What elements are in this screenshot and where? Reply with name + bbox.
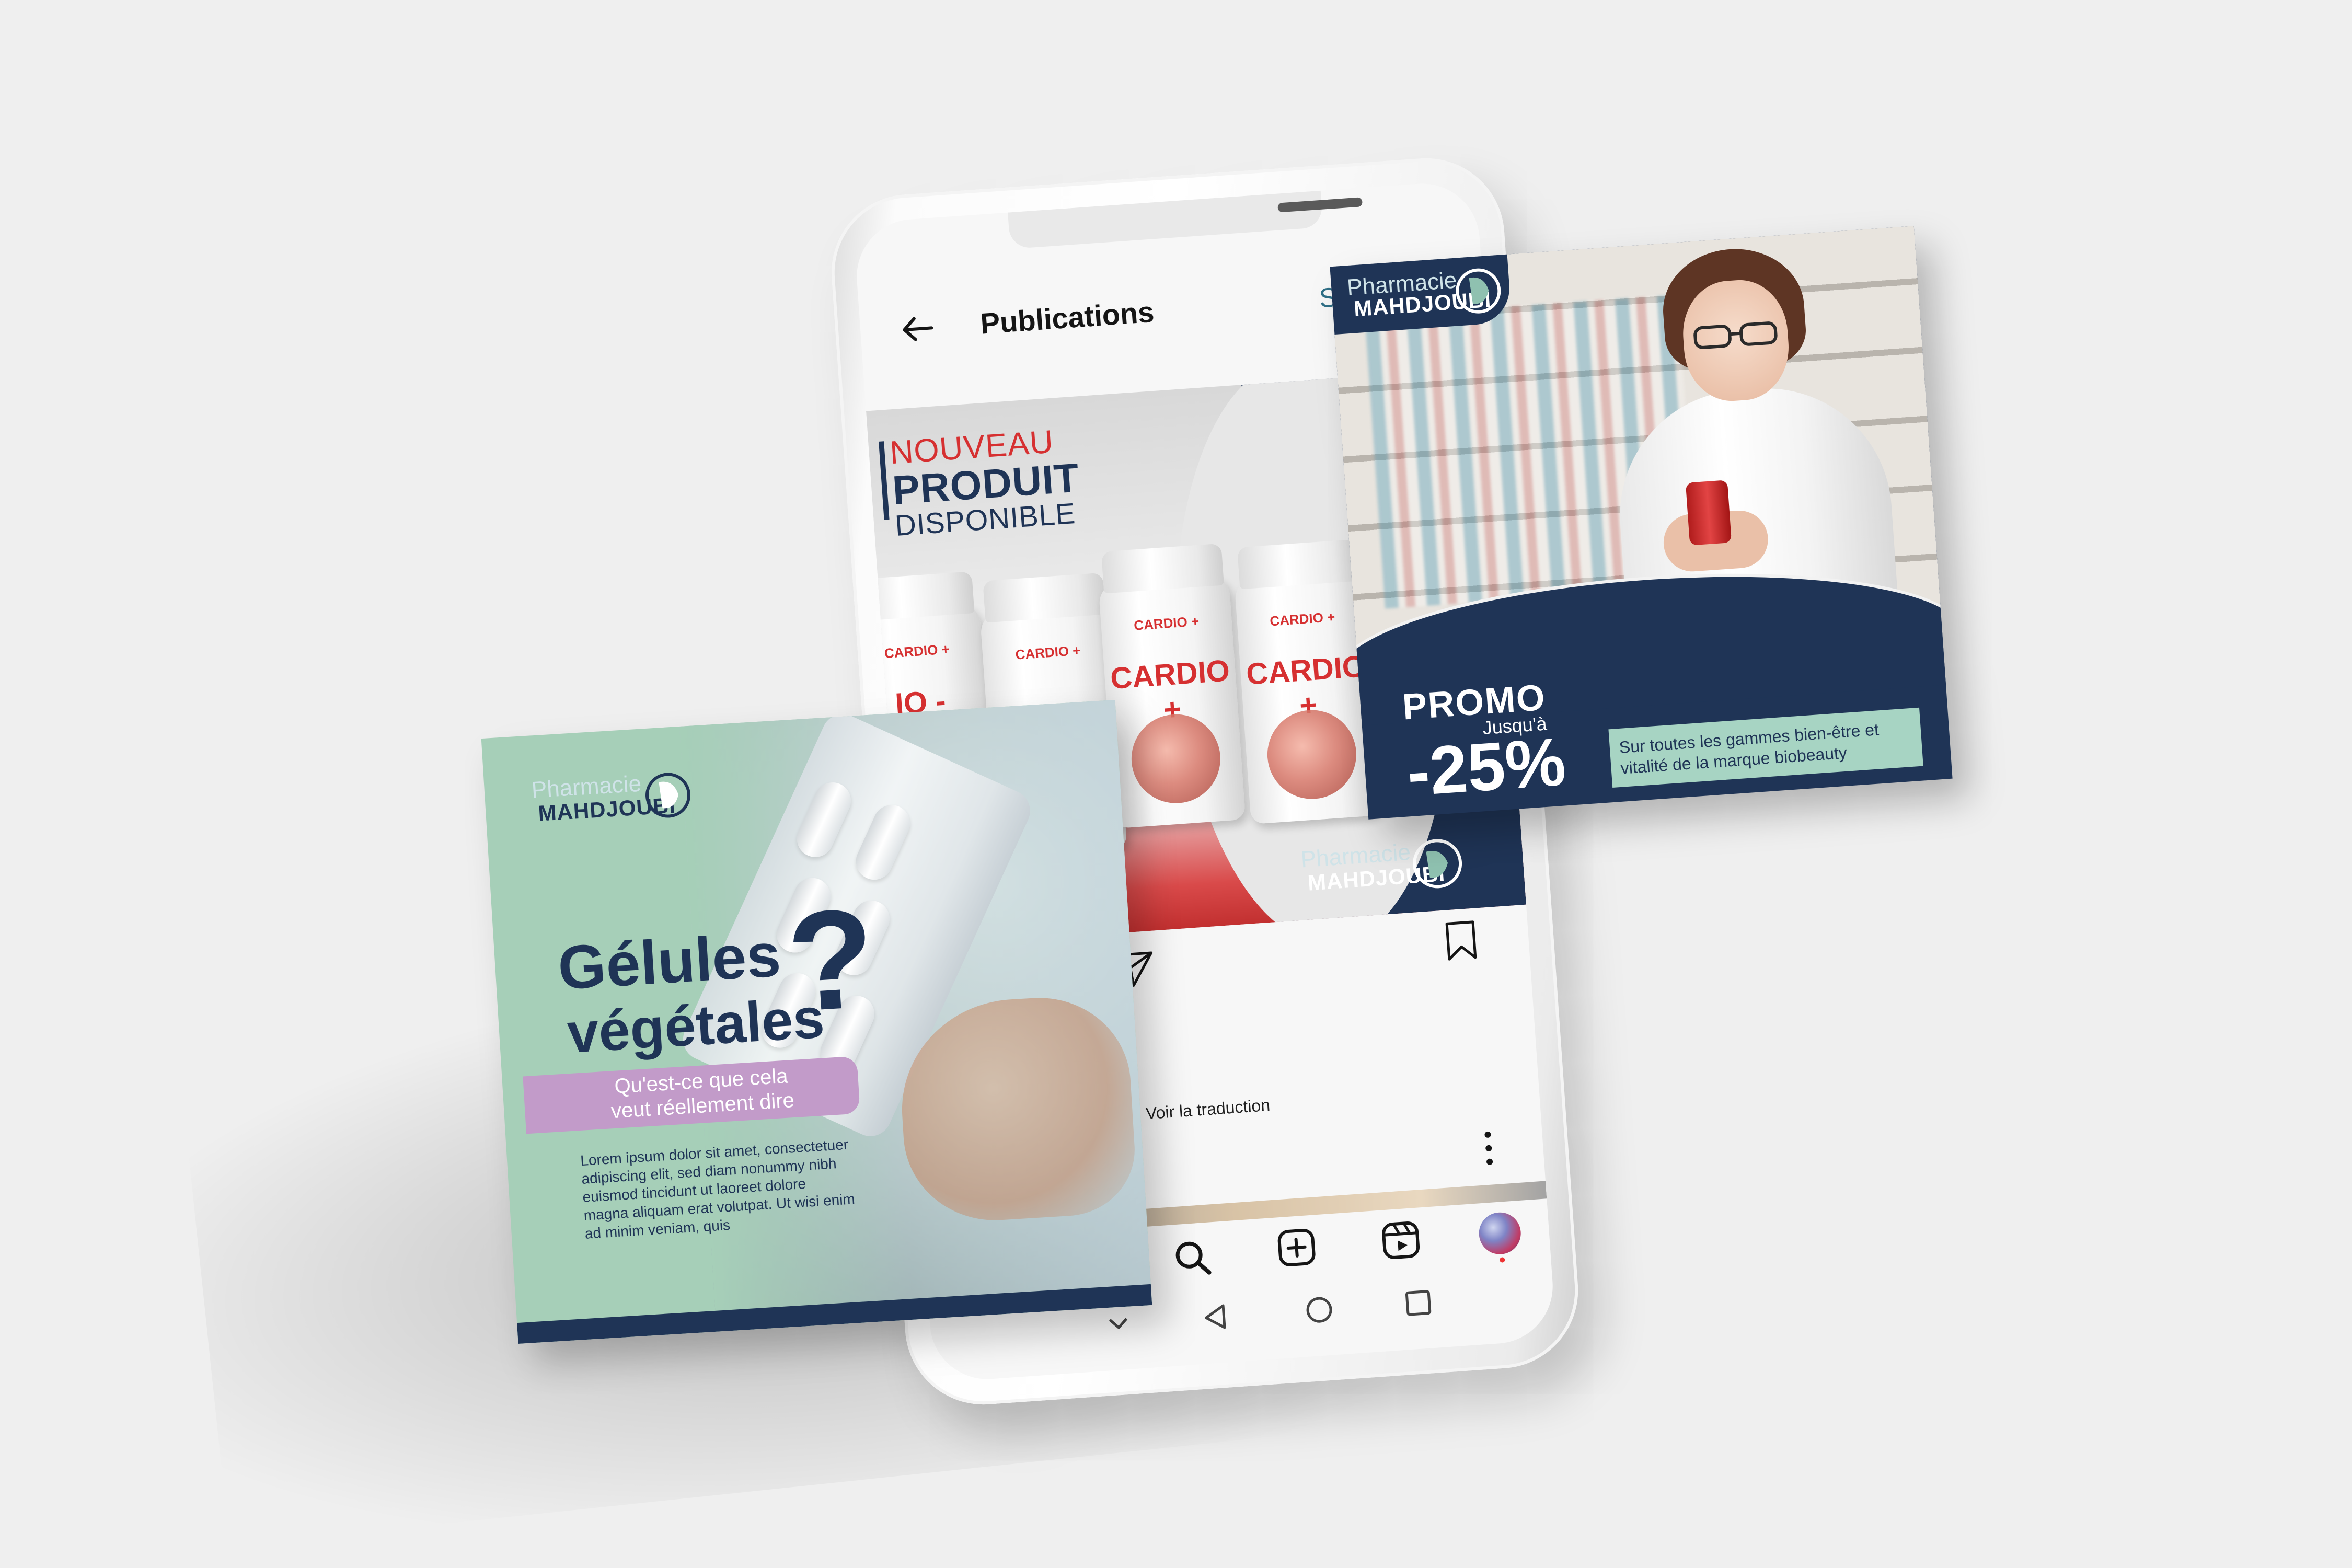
promo-note: Sur toutes les gammes bien-être et vital…: [1608, 707, 1923, 788]
triangle-back-icon[interactable]: [1195, 1298, 1235, 1337]
avatar[interactable]: [1478, 1211, 1523, 1256]
page-title: Publications: [979, 295, 1156, 340]
bottle-label-small: CARDIO +: [1269, 608, 1336, 629]
brand-logo: Pharmacie MAHDJOUBI: [1330, 254, 1512, 335]
bottle-cap: [983, 572, 1106, 623]
speaker-grille: [1277, 197, 1363, 213]
search-icon[interactable]: [1170, 1236, 1215, 1280]
notification-dot: [1499, 1257, 1505, 1263]
circle-home-icon[interactable]: [1300, 1290, 1339, 1330]
red-bottle: [1685, 480, 1732, 546]
bookmark-icon[interactable]: [1442, 918, 1481, 963]
mortar-logo-icon: [1456, 268, 1501, 314]
arrow-left-icon[interactable]: [896, 306, 940, 351]
plus-square-icon[interactable]: [1274, 1225, 1319, 1270]
question-mark: ?: [783, 879, 879, 1042]
mortar-logo-icon: [1413, 839, 1462, 889]
promo-discount: -25%: [1404, 723, 1569, 811]
brand-logo: Pharmacie MAHDJOUBI: [531, 762, 707, 840]
bottle-label-small: CARDIO +: [1014, 642, 1081, 663]
translate-link[interactable]: Voir la traduction: [1145, 1096, 1271, 1124]
mortar-logo-icon: [645, 773, 691, 818]
bottle-label-small: CARDIO +: [1133, 613, 1200, 633]
phone-notch: [1008, 190, 1363, 249]
kebab-menu-icon[interactable]: [1482, 1127, 1496, 1169]
bottle-label-small: CARDIO +: [883, 641, 950, 662]
promo-card: Pharmacie MAHDJOUBI PROMO Jusqu'à -25% S…: [1330, 226, 1953, 820]
square-recent-icon[interactable]: [1399, 1284, 1438, 1323]
bottle-cap: [1237, 539, 1360, 590]
bottle-cap: [866, 571, 975, 621]
chevron-down-icon[interactable]: [1102, 1307, 1135, 1340]
reels-icon[interactable]: [1378, 1218, 1423, 1262]
gelules-card: Pharmacie MAHDJOUBI Gélules végétales ? …: [481, 699, 1152, 1344]
brand-logo: Pharmacie MAHDJOUBI: [1300, 832, 1462, 904]
body-text: Lorem ipsum dolor sit amet, consectetuer…: [580, 1136, 856, 1242]
bottle-cap: [1101, 543, 1224, 594]
